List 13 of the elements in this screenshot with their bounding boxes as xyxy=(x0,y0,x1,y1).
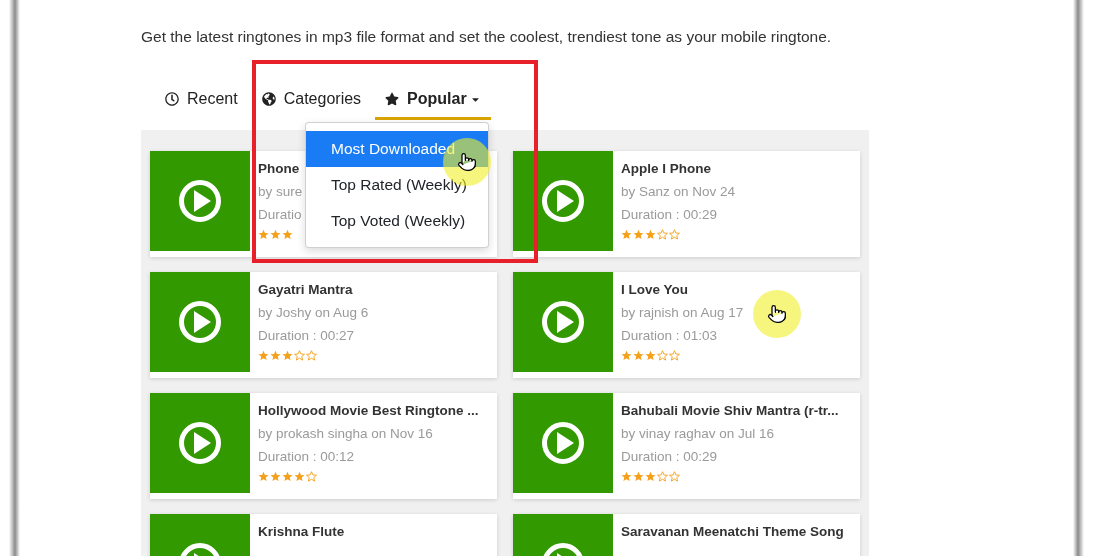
author-date: by rajnish on Aug 17 xyxy=(621,304,744,322)
author-date: by prokash singha on Nov 16 xyxy=(258,425,434,443)
author-date: by Joshy on Aug 6 xyxy=(258,304,369,322)
duration: Duration : 00:29 xyxy=(621,206,719,224)
duration: Duration : 00:29 xyxy=(621,448,719,466)
duration: Duratio xyxy=(258,206,303,224)
intro-text: Get the latest ringtones in mp3 file format and set the coolest, trendiest tone as your mobile ringtone. xyxy=(141,27,833,47)
author-date: by vinay raghav on Jul 16 xyxy=(621,425,776,443)
duration: Duration : 00:27 xyxy=(258,327,356,345)
author-date: by sure xyxy=(258,183,303,201)
author-date: by Sanz on Nov 24 xyxy=(621,183,736,201)
duration: Duration : 01:03 xyxy=(621,327,719,345)
duration: Duration : 00:12 xyxy=(258,448,356,466)
